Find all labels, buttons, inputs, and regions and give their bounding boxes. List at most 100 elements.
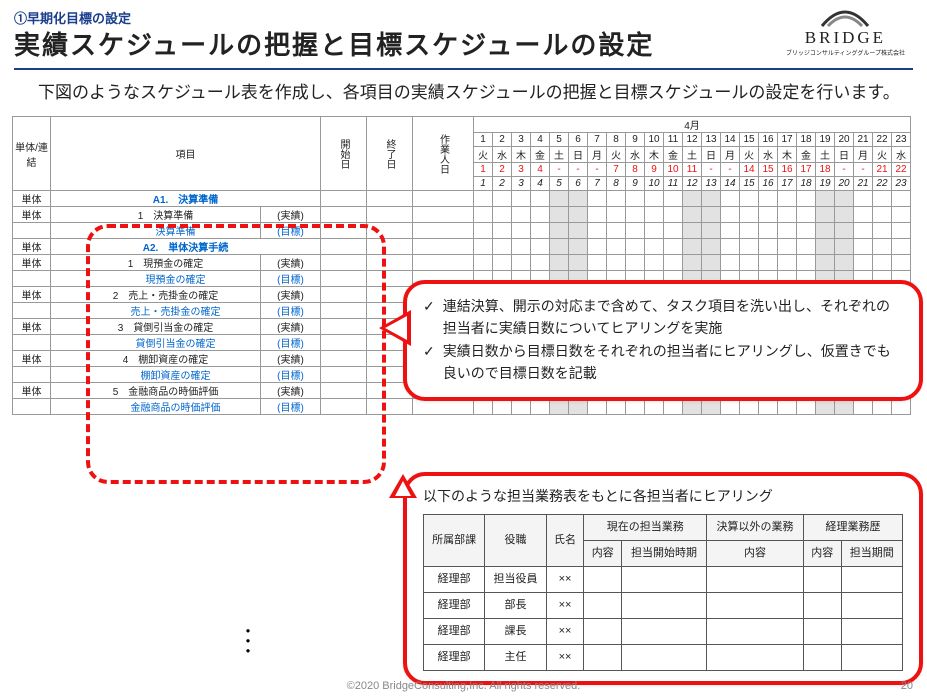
day-cell: 水 [892, 147, 911, 163]
cell [321, 239, 367, 255]
cell [588, 191, 607, 207]
day-cell: 13 [702, 133, 721, 147]
cell [622, 644, 707, 670]
table-row: 単体 1 現預金の確定(実績) [13, 255, 911, 271]
day-cell: 7 [607, 163, 626, 177]
cell-item: 金融商品の時価評価 [51, 399, 261, 415]
cell [626, 207, 645, 223]
copyright: ©2020 BridgeConsulting,Inc. All rights r… [0, 680, 927, 692]
cell [835, 399, 854, 415]
cell [413, 399, 474, 415]
page-number: 20 [901, 680, 913, 692]
cell-item: 2 売上・売掛金の確定 [51, 287, 261, 303]
cell [835, 255, 854, 271]
day-cell: - [702, 163, 721, 177]
cell [588, 223, 607, 239]
cell-type: (実績) [261, 255, 321, 271]
cell [707, 644, 804, 670]
cell [702, 239, 721, 255]
day-cell: 土 [816, 147, 835, 163]
cell: 経理部 [424, 644, 485, 670]
cell [797, 399, 816, 415]
cell [550, 239, 569, 255]
cell [413, 223, 474, 239]
day-cell: 日 [702, 147, 721, 163]
cell-type: (目標) [261, 367, 321, 383]
h-hist: 経理業務歴 [803, 514, 902, 540]
cell [367, 271, 413, 287]
day-cell: 9 [626, 177, 645, 191]
check-icon: ✓ [423, 341, 435, 384]
cell-item: 4 棚卸資産の確定 [51, 351, 261, 367]
day-cell: 11 [664, 133, 683, 147]
cell [550, 255, 569, 271]
day-cell: 12 [683, 177, 702, 191]
day-cell: 水 [759, 147, 778, 163]
cell [367, 399, 413, 415]
cell [607, 255, 626, 271]
cell [721, 239, 740, 255]
cell [645, 191, 664, 207]
h-cur: 現在の担当業務 [584, 514, 707, 540]
day-cell: - [835, 163, 854, 177]
cell [622, 592, 707, 618]
cell: ×× [546, 592, 584, 618]
h-other: 決算以外の業務 [707, 514, 804, 540]
day-cell: 水 [493, 147, 512, 163]
cell-unit [13, 335, 51, 351]
cell [683, 207, 702, 223]
cell [584, 566, 622, 592]
day-cell: 1 [474, 163, 493, 177]
col-end: 終了日 [367, 117, 413, 191]
day-cell: 9 [645, 163, 664, 177]
cell [474, 255, 493, 271]
cell [816, 223, 835, 239]
day-cell: 1 [474, 133, 493, 147]
cell-item: 5 金融商品の時価評価 [51, 383, 261, 399]
day-cell: 月 [588, 147, 607, 163]
h-name: 氏名 [546, 514, 584, 566]
cell [474, 191, 493, 207]
intro-text: 下図のようなスケジュール表を作成し、各項目の実績スケジュールの把握と目標スケジュ… [38, 80, 913, 106]
cell: ×× [546, 644, 584, 670]
day-cell: 10 [645, 133, 664, 147]
cell [664, 223, 683, 239]
cell [854, 399, 873, 415]
day-cell: 18 [797, 177, 816, 191]
cell [759, 191, 778, 207]
day-cell: 12 [683, 133, 702, 147]
cell [321, 191, 367, 207]
cell [569, 239, 588, 255]
cell [569, 191, 588, 207]
cell [321, 351, 367, 367]
day-cell: 2 [493, 163, 512, 177]
day-cell: 2 [493, 133, 512, 147]
cell [778, 191, 797, 207]
cell [854, 239, 873, 255]
logo-sub: ブリッジコンサルティンググループ株式会社 [786, 48, 905, 57]
cell [645, 239, 664, 255]
day-cell: 15 [740, 133, 759, 147]
table-row: 経理部主任×× [424, 644, 903, 670]
day-cell: 17 [778, 177, 797, 191]
cell [835, 191, 854, 207]
day-cell: 23 [892, 177, 911, 191]
cell-item: 売上・売掛金の確定 [51, 303, 261, 319]
cell [321, 335, 367, 351]
cell-type: (実績) [261, 351, 321, 367]
cell [512, 223, 531, 239]
h-hist-a: 内容 [803, 540, 841, 566]
col-month: 4月 [474, 117, 911, 133]
cell [321, 367, 367, 383]
day-cell: 3 [512, 163, 531, 177]
day-cell: 10 [664, 163, 683, 177]
callout-1-item: 連結決算、開示の対応まで含めて、タスク項目を洗い出し、それぞれの担当者に実績日数… [443, 296, 903, 339]
cell [873, 191, 892, 207]
col-staff: 作業人日 [413, 117, 474, 191]
day-cell: 10 [645, 177, 664, 191]
day-cell: 16 [759, 133, 778, 147]
day-cell: 火 [873, 147, 892, 163]
col-unit: 単体/連結 [13, 117, 51, 191]
cell [321, 303, 367, 319]
h-role: 役職 [485, 514, 546, 566]
